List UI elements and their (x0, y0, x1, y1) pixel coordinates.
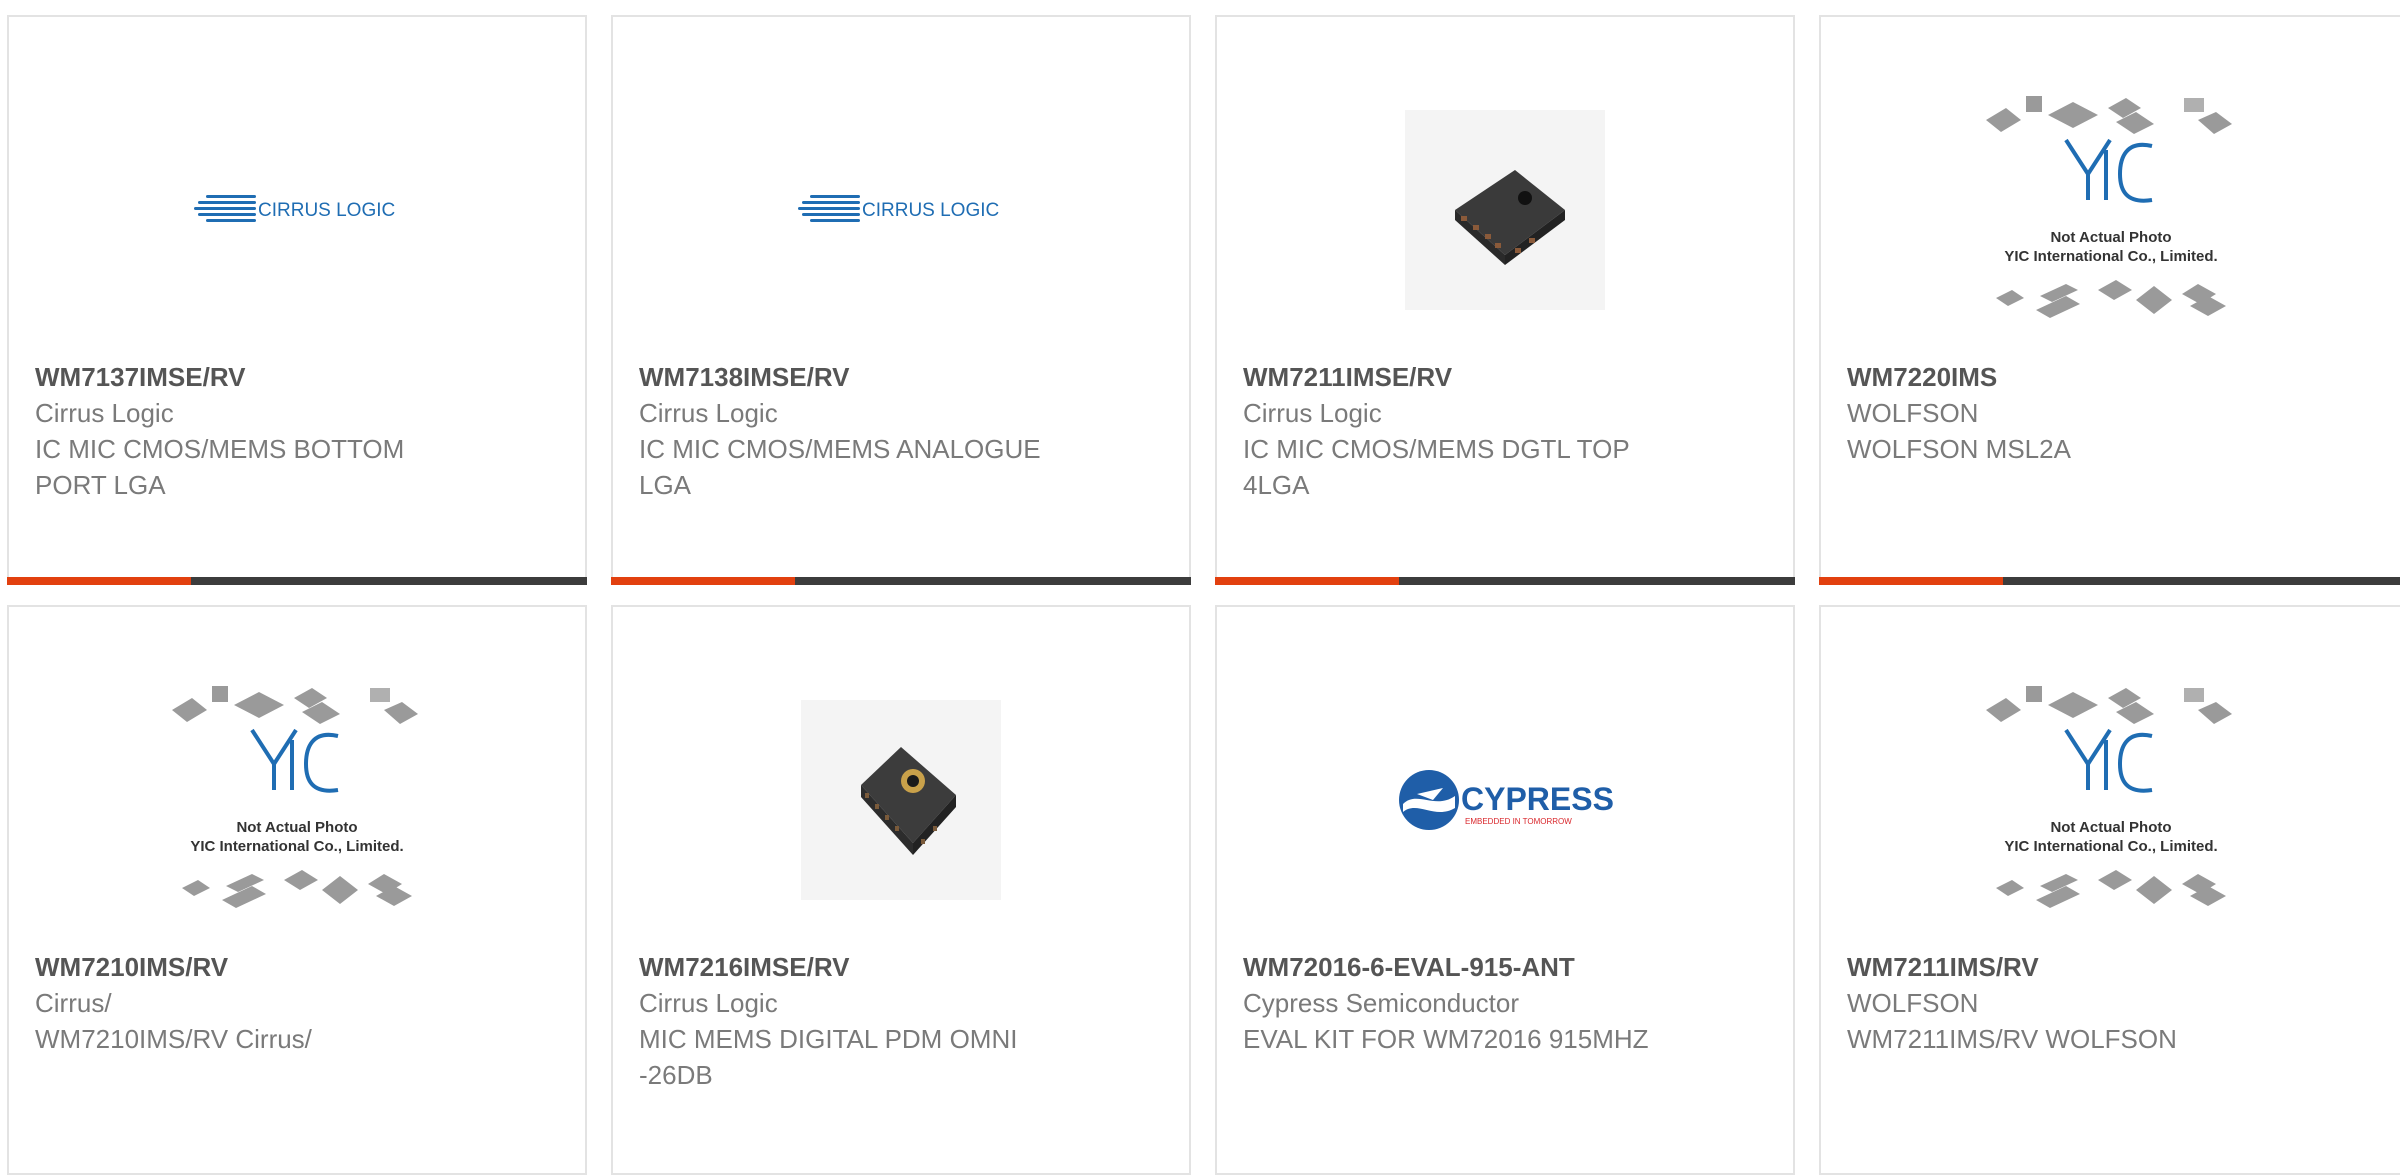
card-bar-accent (1819, 577, 2003, 585)
part-number[interactable]: WM7138IMSE/RV (639, 359, 1163, 395)
yic-placeholder-icon: Not Actual Photo YIC International Co., … (1985, 96, 2232, 318)
product-thumbnail[interactable] (1370, 75, 1640, 345)
product-card[interactable]: Not Actual Photo YIC International Co., … (7, 605, 587, 1175)
part-number[interactable]: WM7210IMS/RV (35, 949, 559, 985)
logo-text: CIRRUS LOGIC (258, 200, 395, 221)
chip-photo (801, 700, 1001, 900)
manufacturer: Cirrus Logic (35, 398, 174, 428)
card-bottom-bar (611, 577, 1191, 585)
card-bottom-bar (7, 577, 587, 585)
card-bar-accent (7, 577, 191, 585)
product-card[interactable]: Not Actual Photo YIC International Co., … (1819, 15, 2400, 585)
part-number[interactable]: WM7211IMSE/RV (1243, 359, 1767, 395)
description: IC MIC CMOS/MEMS DGTL TOP 4LGA (1243, 434, 1630, 500)
placeholder-line1: Not Actual Photo (2050, 819, 2171, 836)
manufacturer: WOLFSON (1847, 988, 1979, 1018)
manufacturer: Cypress Semiconductor (1243, 988, 1519, 1018)
mems-chip-port-icon (861, 747, 956, 855)
product-card[interactable]: WM7216IMSE/RV Cirrus Logic MIC MEMS DIGI… (611, 605, 1191, 1175)
placeholder-line2: YIC International Co., Limited. (190, 838, 403, 855)
part-number[interactable]: WM7220IMS (1847, 359, 2374, 395)
product-card[interactable]: CIRRUS LOGIC WM7138IMSE/RV Cirrus Logic … (611, 15, 1191, 585)
product-thumbnail[interactable]: CIRRUS LOGIC (766, 75, 1036, 345)
placeholder-line2: YIC International Co., Limited. (2004, 248, 2217, 265)
card-bottom-bar (1819, 577, 2400, 585)
manufacturer: Cirrus Logic (639, 398, 778, 428)
product-card[interactable]: CIRRUS LOGIC WM7137IMSE/RV Cirrus Logic … (7, 15, 587, 585)
part-number[interactable]: WM72016-6-EVAL-915-ANT (1243, 949, 1767, 985)
manufacturer: Cirrus Logic (639, 988, 778, 1018)
logo-text: CIRRUS LOGIC (862, 200, 999, 221)
cirrus-logic-logo-icon: CIRRUS LOGIC (798, 195, 999, 222)
description: MIC MEMS DIGITAL PDM OMNI -26DB (639, 1024, 1018, 1090)
product-grid: CIRRUS LOGIC WM7137IMSE/RV Cirrus Logic … (0, 0, 2400, 1175)
mems-chip-icon (1455, 170, 1565, 265)
description: IC MIC CMOS/MEMS ANALOGUE LGA (639, 434, 1041, 500)
cypress-logo-icon: CYPRESS EMBEDDED IN TOMORROW (1399, 770, 1614, 830)
placeholder-line2: YIC International Co., Limited. (2004, 838, 2217, 855)
part-number[interactable]: WM7211IMS/RV (1847, 949, 2374, 985)
description: IC MIC CMOS/MEMS BOTTOM PORT LGA (35, 434, 405, 500)
part-number[interactable]: WM7216IMSE/RV (639, 949, 1163, 985)
product-thumbnail[interactable]: Not Actual Photo YIC International Co., … (1976, 75, 2246, 345)
description: WM7210IMS/RV Cirrus/ (35, 1024, 312, 1054)
placeholder-line1: Not Actual Photo (236, 819, 357, 836)
product-card[interactable]: CYPRESS EMBEDDED IN TOMORROW WM72016-6-E… (1215, 605, 1795, 1175)
description: EVAL KIT FOR WM72016 915MHZ (1243, 1024, 1649, 1054)
manufacturer: WOLFSON (1847, 398, 1979, 428)
manufacturer: Cirrus/ (35, 988, 112, 1018)
card-bar-accent (1215, 577, 1399, 585)
product-card[interactable]: WM7211IMSE/RV Cirrus Logic IC MIC CMOS/M… (1215, 15, 1795, 585)
product-thumbnail[interactable]: Not Actual Photo YIC International Co., … (162, 665, 432, 935)
product-thumbnail[interactable]: CYPRESS EMBEDDED IN TOMORROW (1370, 665, 1640, 935)
card-bar-accent (611, 577, 795, 585)
product-thumbnail[interactable] (766, 665, 1036, 935)
yic-placeholder-icon: Not Actual Photo YIC International Co., … (1985, 686, 2232, 908)
product-card[interactable]: Not Actual Photo YIC International Co., … (1819, 605, 2400, 1175)
card-bottom-bar (1215, 577, 1795, 585)
product-thumbnail[interactable]: Not Actual Photo YIC International Co., … (1976, 665, 2246, 935)
manufacturer: Cirrus Logic (1243, 398, 1382, 428)
description: WOLFSON MSL2A (1847, 434, 2071, 464)
chip-photo (1405, 110, 1605, 310)
description: WM7211IMS/RV WOLFSON (1847, 1024, 2177, 1054)
logo-text: CYPRESS (1461, 781, 1614, 817)
cirrus-logic-logo-icon: CIRRUS LOGIC (194, 195, 395, 222)
product-thumbnail[interactable]: CIRRUS LOGIC (162, 75, 432, 345)
yic-placeholder-icon: Not Actual Photo YIC International Co., … (172, 686, 418, 908)
logo-tagline: EMBEDDED IN TOMORROW (1465, 817, 1572, 826)
placeholder-line1: Not Actual Photo (2050, 229, 2171, 246)
part-number[interactable]: WM7137IMSE/RV (35, 359, 559, 395)
